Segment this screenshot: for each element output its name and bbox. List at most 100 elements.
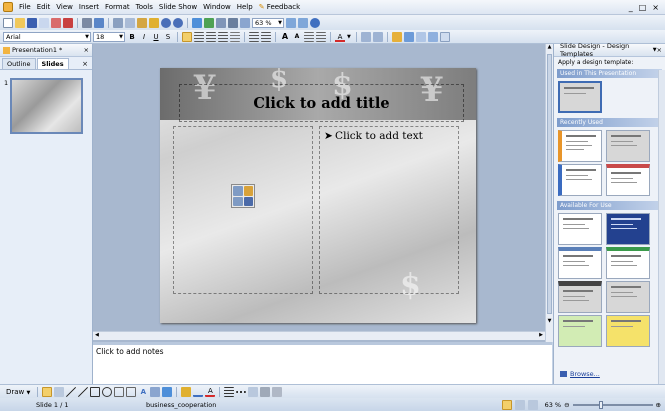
template-thumbnail[interactable]	[558, 247, 602, 279]
format-paintbrush-icon[interactable]	[149, 17, 159, 28]
menu-tools[interactable]: Tools	[133, 1, 156, 14]
insert-chart-icon[interactable]	[243, 186, 253, 196]
zoom-out-icon[interactable]: ⊖	[564, 401, 569, 409]
new-document-icon[interactable]	[3, 17, 13, 28]
close-icon[interactable]: ×	[84, 46, 92, 54]
menu-slide-show[interactable]: Slide Show	[156, 1, 200, 14]
bullets-icon[interactable]	[249, 31, 259, 42]
align-right-icon[interactable]	[206, 31, 216, 42]
font-size-select[interactable]: 18 ▼	[93, 31, 125, 42]
justify-icon[interactable]	[218, 31, 228, 42]
chevron-down-icon[interactable]: ▼	[347, 32, 352, 42]
image-icon[interactable]	[150, 386, 161, 397]
align-center-icon[interactable]	[194, 31, 204, 42]
document-tab[interactable]: Presentation1 * ×	[0, 44, 92, 57]
edit-file-icon[interactable]	[51, 17, 61, 28]
copy-icon[interactable]	[125, 17, 135, 28]
menu-feedback[interactable]: ✎ Feedback	[256, 1, 303, 14]
redo-icon[interactable]	[173, 17, 183, 28]
move-up-icon[interactable]	[361, 31, 371, 42]
slide-design-icon[interactable]	[404, 31, 414, 42]
spellcheck-icon[interactable]	[94, 17, 104, 28]
scroll-up-icon[interactable]: ▲	[546, 44, 553, 50]
paste-icon[interactable]	[137, 17, 147, 28]
textbox-icon[interactable]	[114, 386, 125, 397]
task-pane-title[interactable]: Slide Design - Design Templates	[560, 42, 651, 58]
font-name-select[interactable]: Arial ▼	[3, 31, 91, 42]
browse-link[interactable]: Browse...	[560, 370, 600, 378]
menu-insert[interactable]: Insert	[76, 1, 102, 14]
restore-button[interactable]: □	[639, 3, 647, 12]
tab-outline[interactable]: Outline	[2, 58, 36, 69]
template-thumbnail[interactable]	[558, 213, 602, 245]
zoom-in-icon[interactable]: ⊕	[656, 401, 661, 409]
menu-file[interactable]: File	[16, 1, 34, 14]
print-icon[interactable]	[82, 17, 92, 28]
menu-format[interactable]: Format	[102, 1, 133, 14]
line-color-icon[interactable]	[193, 387, 204, 397]
home-icon[interactable]	[298, 17, 308, 28]
line-style-icon[interactable]	[224, 386, 235, 397]
template-thumbnail[interactable]	[558, 130, 602, 162]
horizontal-scrollbar[interactable]: ◀ ▶	[93, 331, 545, 340]
slide-transition-icon[interactable]	[428, 31, 438, 42]
slide-thumbnail[interactable]	[10, 78, 83, 134]
scroll-left-icon[interactable]: ◀	[95, 332, 99, 338]
normal-view-icon[interactable]	[501, 399, 512, 410]
draw-menu[interactable]: Draw ▼	[3, 388, 33, 396]
undo-icon[interactable]	[161, 17, 171, 28]
template-thumbnail[interactable]	[558, 164, 602, 196]
callout-icon[interactable]	[126, 386, 137, 397]
menu-help[interactable]: Help	[234, 1, 256, 14]
show-draw-functions-icon[interactable]	[240, 17, 250, 28]
gallery-icon[interactable]	[286, 17, 296, 28]
shadow-button[interactable]: S	[163, 32, 173, 42]
3d-icon[interactable]	[272, 386, 283, 397]
close-button[interactable]: ×	[652, 3, 659, 12]
arrow-icon[interactable]	[78, 386, 89, 397]
zoom-slider-thumb[interactable]	[598, 400, 603, 409]
title-placeholder[interactable]: Click to add title	[179, 84, 464, 122]
slide-layout-icon[interactable]	[392, 31, 402, 42]
scroll-thumb[interactable]	[547, 54, 552, 314]
scroll-down-icon[interactable]: ▼	[546, 318, 553, 324]
line-icon[interactable]	[66, 386, 77, 397]
scroll-right-icon[interactable]: ▶	[539, 332, 543, 338]
shapes-icon[interactable]	[181, 386, 192, 397]
table-icon[interactable]	[216, 17, 226, 28]
vertical-scrollbar[interactable]: ▲ ▼	[545, 44, 553, 342]
underline-button[interactable]: U	[151, 32, 161, 42]
zoom-select[interactable]: 63 % ▼	[252, 17, 284, 28]
save-icon[interactable]	[27, 17, 37, 28]
close-icon[interactable]: ×	[82, 60, 92, 69]
content-placeholder-left[interactable]	[173, 126, 313, 294]
slideshow-view-icon[interactable]	[527, 399, 538, 410]
arrow-style-icon[interactable]	[248, 386, 259, 397]
menu-edit[interactable]: Edit	[34, 1, 54, 14]
task-pane-scrollbar[interactable]	[658, 70, 665, 384]
template-thumbnail[interactable]	[606, 213, 650, 245]
bold-button[interactable]: B	[127, 32, 137, 42]
chart-icon[interactable]	[162, 386, 173, 397]
notes-area[interactable]: Click to add notes	[93, 342, 552, 384]
menu-window[interactable]: Window	[200, 1, 234, 14]
cut-icon[interactable]	[113, 17, 123, 28]
insert-table-icon[interactable]	[233, 186, 243, 196]
font-color-draw-icon[interactable]: A	[205, 387, 216, 397]
rotate-icon[interactable]	[54, 386, 65, 397]
increase-indent-icon[interactable]	[304, 31, 314, 42]
open-folder-icon[interactable]	[15, 17, 25, 28]
zoom-slider[interactable]	[572, 400, 653, 409]
template-thumbnail[interactable]	[606, 247, 650, 279]
slide-canvas[interactable]: ¥ $ $ ¥ $ Click to add title ➤ Click to …	[160, 68, 476, 323]
decrease-font-icon[interactable]: A	[292, 32, 302, 42]
font-color-button[interactable]: A	[335, 32, 345, 42]
export-pdf-icon[interactable]	[63, 17, 73, 28]
fontwork-icon[interactable]: A	[138, 387, 148, 397]
template-thumbnail[interactable]	[606, 315, 650, 347]
template-thumbnail[interactable]	[606, 130, 650, 162]
navigator-icon[interactable]	[228, 17, 238, 28]
template-thumbnail[interactable]	[558, 281, 602, 313]
dash-style-icon[interactable]	[236, 390, 247, 393]
content-placeholder-right[interactable]: ➤ Click to add text	[319, 126, 459, 294]
